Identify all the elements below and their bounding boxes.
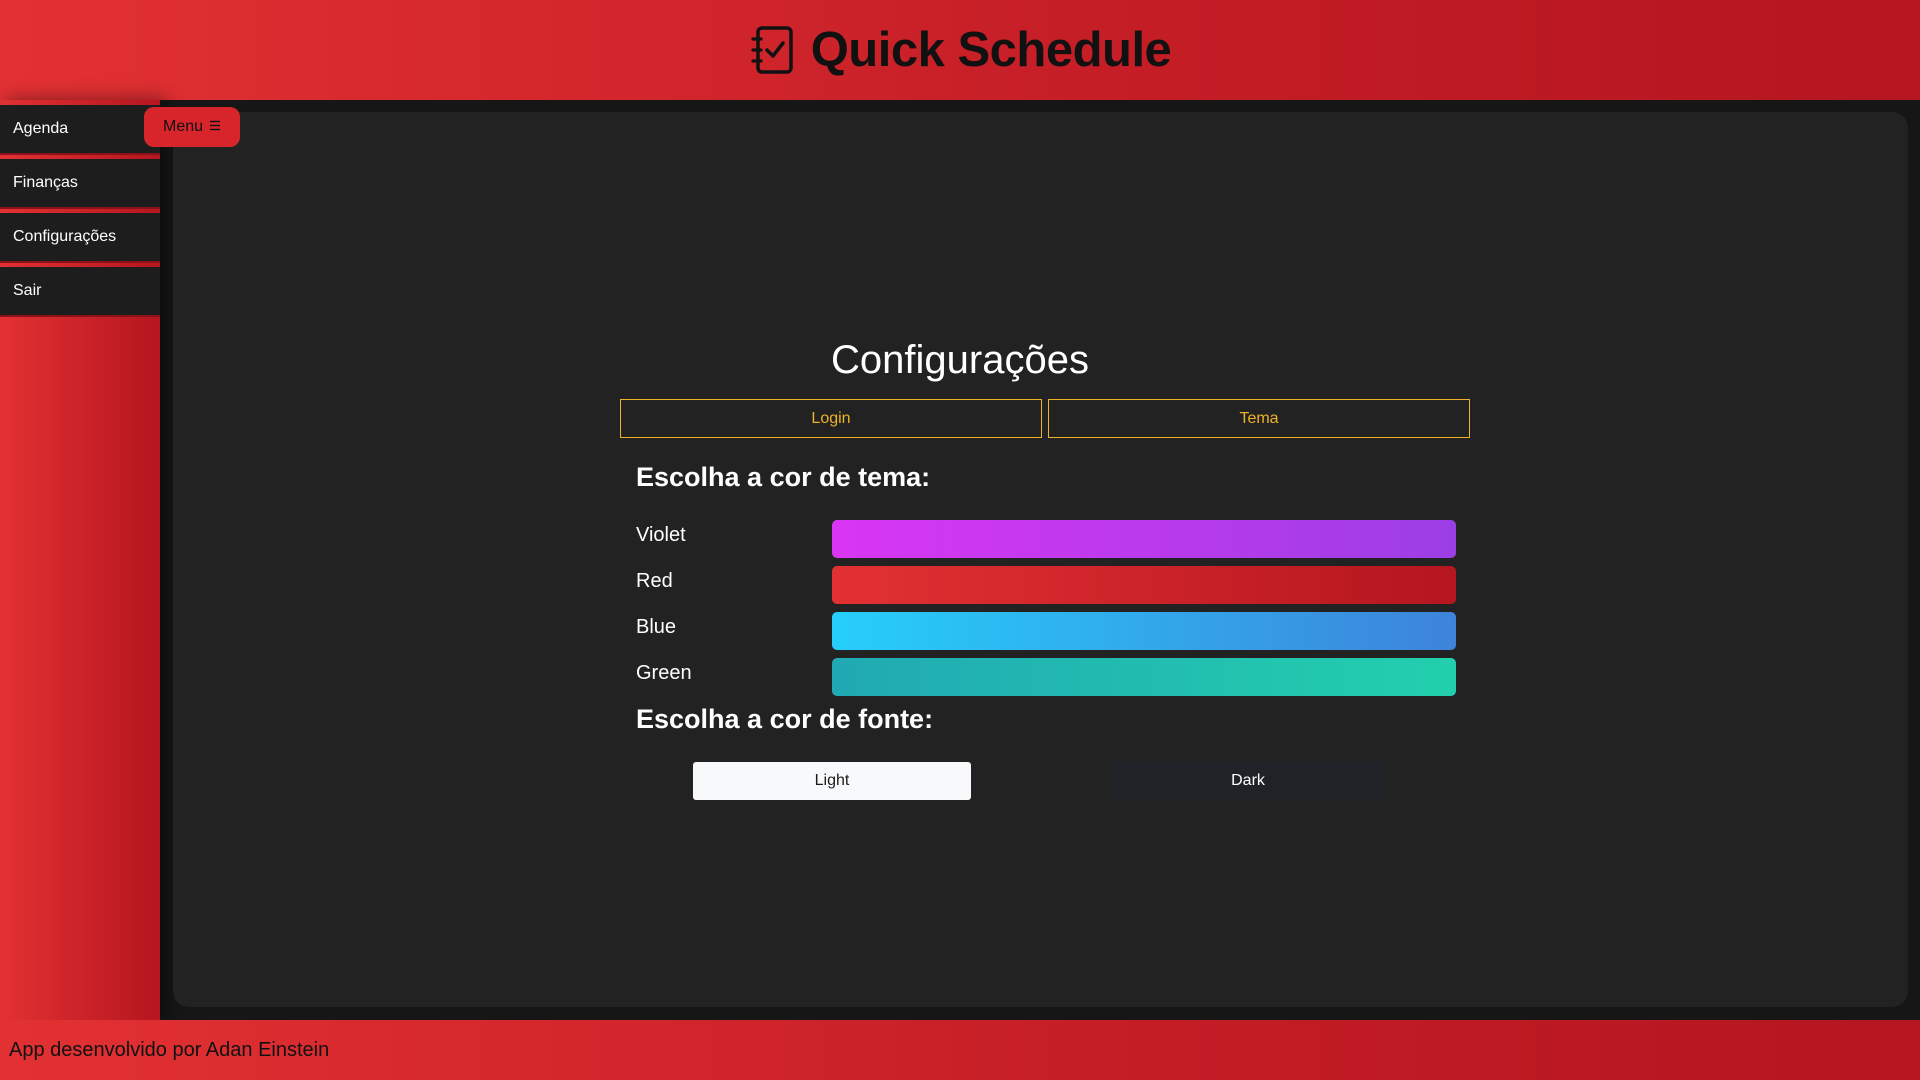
sidebar-item-agenda[interactable]: Agenda — [0, 105, 160, 153]
theme-option-label: Red — [636, 570, 673, 592]
app-header: Quick Schedule — [0, 0, 1920, 100]
violet-swatch-button[interactable] — [832, 520, 1456, 558]
main-content-panel — [173, 112, 1908, 1007]
hamburger-icon — [209, 118, 221, 136]
light-font-button[interactable]: Light — [693, 762, 971, 800]
theme-option-red: Red — [636, 566, 1456, 604]
blue-swatch-button[interactable] — [832, 612, 1456, 650]
dark-font-button[interactable]: Dark — [1109, 762, 1387, 800]
page-title: Configurações — [831, 338, 1089, 382]
theme-option-blue: Blue — [636, 612, 1456, 650]
menu-button-label: Menu — [162, 118, 204, 135]
theme-option-green: Green — [636, 658, 1456, 696]
theme-option-violet: Violet — [636, 520, 1456, 558]
theme-option-label: Violet — [636, 524, 686, 546]
green-swatch-button[interactable] — [832, 658, 1456, 696]
theme-color-heading: Escolha a cor de tema: — [636, 462, 931, 492]
theme-option-label: Blue — [636, 616, 677, 638]
sidebar-item-financas[interactable]: Finanças — [0, 159, 160, 207]
sidebar: Agenda Finanças Configurações Sair — [0, 100, 160, 1020]
sidebar-item-sair[interactable]: Sair — [0, 267, 160, 315]
footer-credit: App desenvolvido por Adan Einstein — [9, 1038, 330, 1061]
sidebar-menu: Agenda Finanças Configurações Sair — [0, 105, 160, 321]
app-title: Quick Schedule — [810, 23, 1172, 77]
app-footer: App desenvolvido por Adan Einstein — [0, 1020, 1920, 1080]
tab-login[interactable]: Login — [620, 399, 1042, 438]
sidebar-item-configuracoes[interactable]: Configurações — [0, 213, 160, 261]
theme-option-label: Green — [636, 662, 692, 684]
font-color-heading: Escolha a cor de fonte: — [636, 704, 934, 734]
menu-toggle-button[interactable]: Menu — [144, 107, 240, 147]
red-swatch-button[interactable] — [832, 566, 1456, 604]
checklist-notebook-icon — [749, 24, 797, 76]
tab-tema[interactable]: Tema — [1048, 399, 1470, 438]
